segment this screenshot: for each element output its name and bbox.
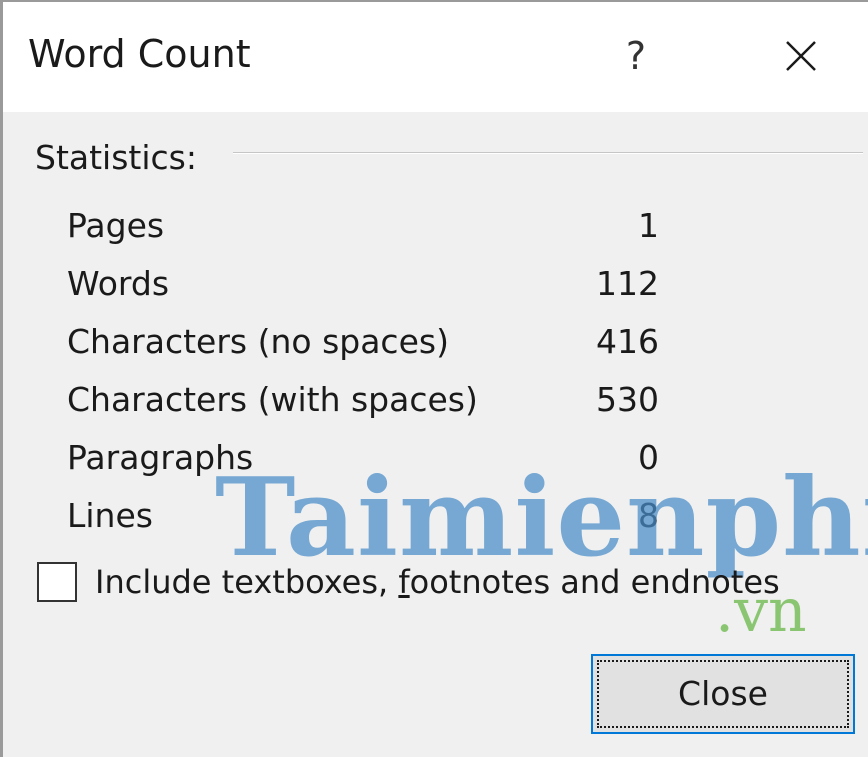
stat-value: 530	[596, 380, 659, 419]
stat-row-characters-no-spaces: Characters (no spaces) 416	[67, 314, 663, 372]
stat-label: Characters (no spaces)	[67, 322, 449, 361]
stat-label: Pages	[67, 206, 165, 245]
dialog-title: Word Count	[28, 32, 251, 76]
include-label-accelerator: f	[398, 563, 410, 601]
stat-row-paragraphs: Paragraphs 0	[67, 430, 663, 488]
stat-label: Paragraphs	[67, 438, 254, 477]
stat-row-characters-with-spaces: Characters (with spaces) 530	[67, 372, 663, 430]
stat-row-lines: Lines 8	[67, 488, 663, 546]
statistics-table: Pages 1 Words 112 Characters (no spaces)…	[67, 198, 663, 546]
statistics-header: Statistics:	[35, 138, 197, 177]
stat-label: Characters (with spaces)	[67, 380, 478, 419]
stat-value: 416	[596, 322, 659, 361]
stat-value: 8	[638, 496, 659, 535]
stat-value: 112	[596, 264, 659, 303]
include-textboxes-checkbox[interactable]	[37, 562, 77, 602]
help-button[interactable]: ?	[591, 24, 681, 88]
title-bar: Word Count ?	[3, 2, 868, 112]
stat-row-words: Words 112	[67, 256, 663, 314]
stat-label: Words	[67, 264, 170, 303]
close-button[interactable]: Close	[591, 654, 855, 734]
include-textboxes-label[interactable]: Include textboxes, footnotes and endnote…	[95, 560, 780, 604]
word-count-dialog: Word Count ? Statistics: Pages 1 Words 1…	[0, 0, 868, 757]
include-label-start: Include textboxes,	[95, 563, 399, 601]
stat-value: 1	[638, 206, 659, 245]
stat-row-pages: Pages 1	[67, 198, 663, 256]
include-label-end: ootnotes and endnotes	[409, 563, 780, 601]
close-button-label: Close	[678, 674, 768, 713]
close-x-icon	[786, 41, 816, 71]
stat-label: Lines	[67, 496, 153, 535]
statistics-divider	[233, 152, 863, 154]
stat-value: 0	[638, 438, 659, 477]
close-x-button[interactable]	[757, 24, 847, 88]
